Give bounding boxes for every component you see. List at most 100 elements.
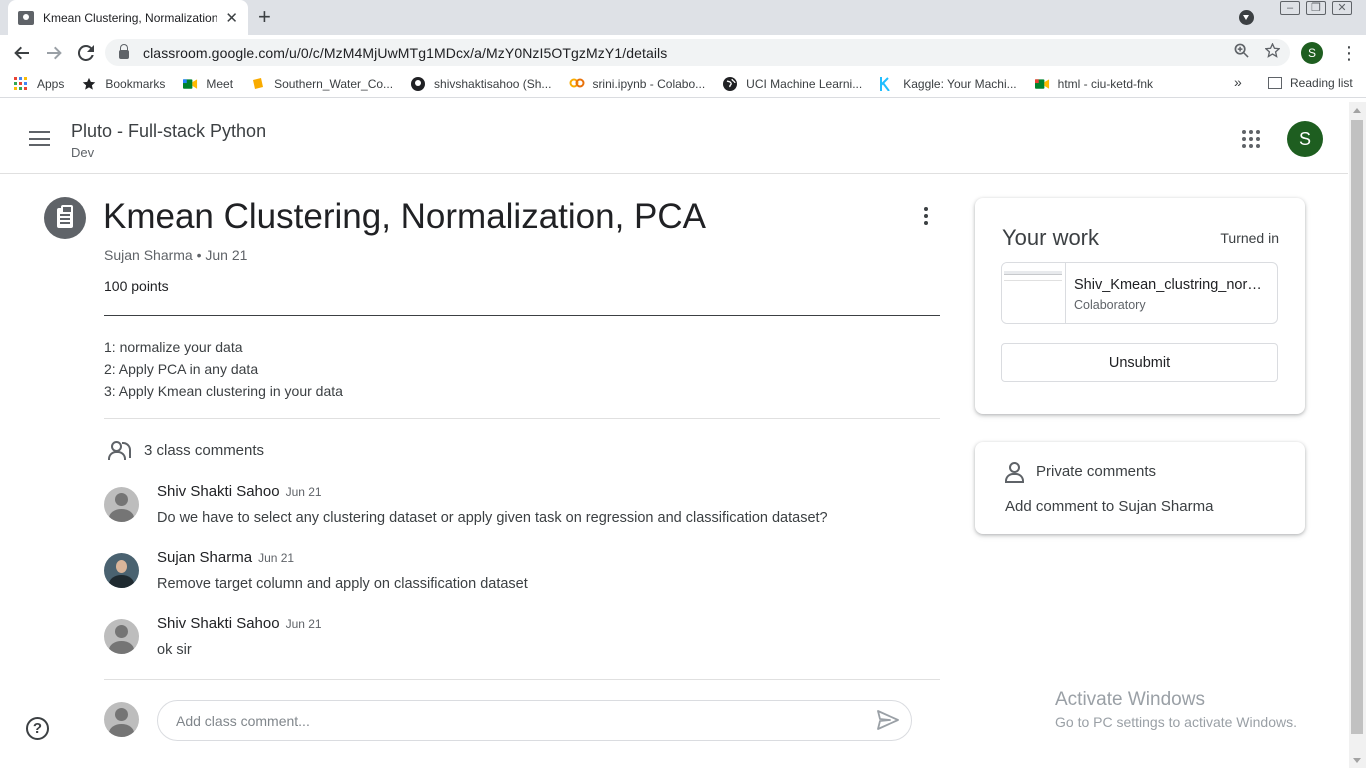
comment-text: Do we have to select any clustering data… (157, 510, 828, 526)
new-tab-button[interactable]: + (258, 5, 271, 29)
assignment-points: 100 points (104, 278, 169, 294)
assignment-instructions: 1: normalize your data 2: Apply PCA in a… (104, 336, 343, 402)
reload-icon[interactable] (70, 37, 102, 69)
browser-profile-avatar[interactable]: S (1301, 42, 1323, 64)
person-icon (1005, 462, 1024, 483)
avatar (104, 619, 139, 654)
comment-item: Shiv Shakti Sahoo Jun 21 Do we have to se… (104, 483, 940, 539)
more-options-icon[interactable] (920, 207, 932, 231)
comment-author: Shiv Shakti Sahoo Jun 21 (157, 483, 322, 500)
bookmark-star-icon[interactable] (1264, 41, 1281, 63)
divider (104, 679, 940, 680)
your-work-card: Your work Turned in Shiv_Kmean_clustring… (975, 198, 1305, 414)
help-icon[interactable]: ? (26, 717, 49, 740)
main-menu-icon[interactable] (29, 131, 50, 146)
windows-activation-watermark: Activate Windows Go to PC settings to ac… (1055, 689, 1297, 730)
private-comments-card: Private comments Add comment to Sujan Sh… (975, 442, 1305, 534)
lock-icon[interactable] (119, 44, 129, 59)
colab-notebook-icon (251, 77, 265, 91)
assignment-icon (44, 197, 86, 239)
status-badge: Turned in (1220, 230, 1279, 246)
bookmark-item[interactable]: Apps (14, 76, 64, 91)
comment-author: Shiv Shakti Sahoo Jun 21 (157, 615, 322, 632)
scrollbar[interactable] (1349, 102, 1366, 768)
unsubmit-button[interactable]: Unsubmit (1001, 343, 1278, 382)
colab-icon (569, 77, 585, 91)
classroom-favicon-icon (18, 10, 34, 25)
zoom-icon[interactable] (1234, 43, 1249, 63)
add-class-comment-input[interactable]: Add class comment... (157, 700, 912, 741)
comment-item: Sujan Sharma Jun 21 Remove target column … (104, 549, 940, 605)
reading-list-button[interactable]: Reading list (1268, 76, 1353, 90)
add-private-comment-link[interactable]: Add comment to Sujan Sharma (1005, 498, 1213, 515)
comment-date: Jun 21 (285, 617, 322, 631)
class-comments-toggle[interactable]: 3 class comments (108, 440, 264, 460)
attachment-name: Shiv_Kmean_clustring_normalization_pca.i… (1074, 277, 1264, 293)
bookmark-item[interactable]: Kaggle: Your Machi... (880, 76, 1017, 92)
send-icon[interactable] (876, 710, 900, 730)
attachment-thumbnail (1002, 263, 1066, 323)
browser-menu-icon[interactable]: ⋮ (1340, 43, 1358, 64)
bookmark-item[interactable]: Meet (183, 77, 233, 91)
divider (104, 418, 940, 419)
comment-text: Remove target column and apply on classi… (157, 576, 528, 592)
bookmark-item[interactable]: UCI Machine Learni... (723, 76, 862, 91)
forward-arrow-icon[interactable] (38, 37, 70, 69)
avatar (104, 553, 139, 588)
bookmark-item[interactable]: shivshaktisahoo (Sh... (411, 76, 551, 91)
comment-text: ok sir (157, 642, 192, 658)
class-section: Dev (71, 145, 95, 160)
private-comments-title: Private comments (1036, 463, 1157, 480)
tab-close-icon[interactable]: ✕ (225, 9, 238, 27)
reading-list-icon (1268, 77, 1282, 89)
class-name[interactable]: Pluto - Full-stack Python (71, 121, 266, 142)
classroom-header: Pluto - Full-stack Python Dev S (0, 102, 1348, 174)
instruction-line: 1: normalize your data (104, 339, 243, 355)
assignment-author-date: Sujan Sharma • Jun 21 (104, 247, 248, 263)
bookmark-item[interactable]: Bookmarks (82, 77, 165, 91)
restore-icon[interactable]: ❐ (1306, 1, 1326, 15)
minimize-icon[interactable]: – (1280, 1, 1300, 15)
attachment-card[interactable]: Shiv_Kmean_clustring_normalization_pca.i… (1001, 262, 1278, 324)
meet-icon (183, 77, 198, 91)
kaggle-icon (880, 76, 894, 92)
avatar (104, 702, 139, 737)
browser-tab-active[interactable]: Kmean Clustering, Normalization ✕ (8, 0, 248, 35)
tab-title: Kmean Clustering, Normalization (43, 10, 218, 25)
account-avatar[interactable]: S (1287, 121, 1323, 157)
window-controls: – ❐ ✕ (1280, 1, 1352, 15)
back-arrow-icon[interactable] (6, 37, 38, 69)
your-work-title: Your work (1002, 225, 1100, 250)
address-bar[interactable]: classroom.google.com/u/0/c/MzM4MjUwMTg1M… (105, 39, 1290, 66)
scrollbar-thumb[interactable] (1351, 120, 1363, 734)
url-text: classroom.google.com/u/0/c/MzM4MjUwMTg1M… (143, 44, 668, 61)
avatar (104, 487, 139, 522)
scroll-down-icon[interactable] (1353, 758, 1361, 763)
people-icon (108, 440, 134, 460)
bookmark-item[interactable]: srini.ipynb - Colabo... (569, 77, 705, 91)
browser-tab-strip: Kmean Clustering, Normalization ✕ + – ❐ … (0, 0, 1366, 35)
class-comments-count: 3 class comments (144, 441, 265, 459)
comment-date: Jun 21 (258, 551, 295, 565)
tab-search-icon[interactable] (1239, 10, 1254, 25)
google-apps-icon[interactable] (1242, 130, 1260, 148)
github-icon (411, 76, 426, 91)
attachment-type: Colaboratory (1074, 298, 1146, 312)
meet-icon (1034, 77, 1049, 91)
bookmark-item[interactable]: Southern_Water_Co... (251, 77, 393, 91)
bookmarks-overflow-icon[interactable]: » (1234, 74, 1242, 90)
close-window-icon[interactable]: ✕ (1332, 1, 1352, 15)
comment-author: Sujan Sharma Jun 21 (157, 549, 295, 566)
instruction-line: 3: Apply Kmean clustering in your data (104, 383, 343, 399)
apps-grid-icon (14, 76, 28, 91)
scroll-up-icon[interactable] (1353, 108, 1361, 113)
star-icon (82, 77, 96, 91)
bookmarks-bar: Apps Bookmarks Meet Southern_Water_Co...… (0, 70, 1366, 98)
divider (104, 315, 940, 316)
browser-toolbar: classroom.google.com/u/0/c/MzM4MjUwMTg1M… (0, 35, 1366, 70)
comment-item: Shiv Shakti Sahoo Jun 21 ok sir (104, 615, 940, 671)
bookmark-item[interactable]: html - ciu-ketd-fnk (1034, 77, 1153, 91)
comment-date: Jun 21 (285, 485, 322, 499)
instruction-line: 2: Apply PCA in any data (104, 361, 259, 377)
assignment-title: Kmean Clustering, Normalization, PCA (103, 197, 707, 236)
